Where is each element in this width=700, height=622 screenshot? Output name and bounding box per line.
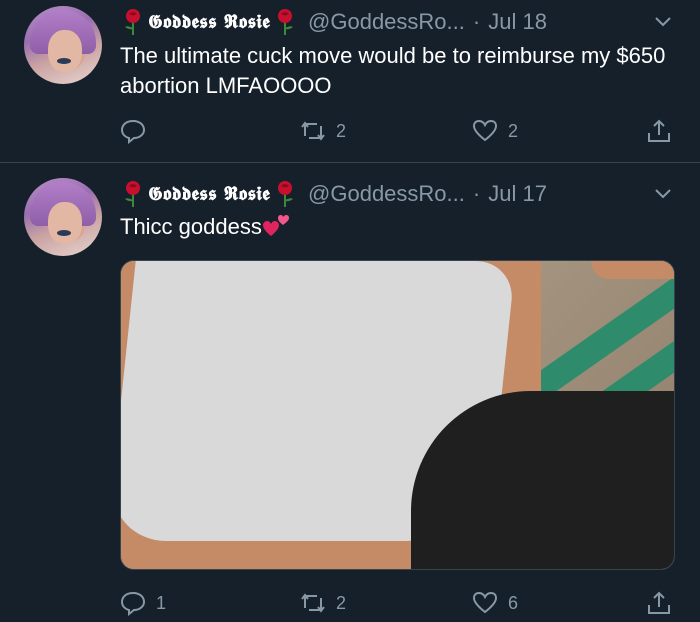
avatar[interactable] — [24, 178, 102, 256]
retweet-button[interactable]: 2 — [300, 588, 346, 618]
user-handle[interactable]: @GoddessRo... — [308, 9, 465, 35]
reply-button[interactable] — [120, 116, 156, 146]
tweet-actions: 1 2 6 — [120, 588, 680, 618]
tweet-date[interactable]: Jul 17 — [488, 181, 547, 207]
retweet-count: 2 — [336, 592, 347, 613]
rose-icon — [272, 8, 298, 36]
tweet-text: Thicc goddess — [120, 214, 262, 239]
tweet-actions: 2 2 — [120, 116, 680, 146]
share-icon — [648, 119, 670, 142]
tweet-photo[interactable] — [120, 260, 675, 570]
reply-count: 1 — [156, 592, 167, 613]
like-count: 2 — [508, 120, 519, 141]
tweet[interactable]: 𝕲𝖔𝖉𝖉𝖊𝖘𝖘 𝕽𝖔𝖘𝖎𝖊 @GoddessRo... · Jul 18 The… — [0, 0, 700, 163]
share-icon — [648, 591, 670, 614]
rose-icon — [120, 8, 146, 36]
rose-icon — [272, 180, 298, 208]
like-button[interactable]: 2 — [472, 116, 518, 146]
user-handle[interactable]: @GoddessRo... — [308, 181, 465, 207]
tweet-text: The ultimate cuck move would be to reimb… — [120, 43, 666, 98]
tweet-header: 𝕲𝖔𝖉𝖉𝖊𝖘𝖘 𝕽𝖔𝖘𝖎𝖊 @GoddessRo... · Jul 18 — [120, 7, 547, 37]
separator: · — [472, 9, 481, 34]
tweet-date[interactable]: Jul 18 — [488, 9, 547, 35]
like-button[interactable]: 6 — [472, 588, 518, 618]
reply-icon — [120, 119, 146, 144]
display-name[interactable]: 𝕲𝖔𝖉𝖉𝖊𝖘𝖘 𝕽𝖔𝖘𝖎𝖊 — [148, 11, 270, 33]
avatar[interactable] — [24, 6, 102, 84]
retweet-icon — [301, 593, 325, 613]
tweet-header: 𝕲𝖔𝖉𝖉𝖊𝖘𝖘 𝕽𝖔𝖘𝖎𝖊 @GoddessRo... · Jul 17 — [120, 179, 547, 209]
reply-icon — [120, 591, 146, 616]
chevron-down-icon[interactable] — [653, 184, 673, 204]
display-name[interactable]: 𝕲𝖔𝖉𝖉𝖊𝖘𝖘 𝕽𝖔𝖘𝖎𝖊 — [148, 183, 270, 205]
chevron-down-icon[interactable] — [653, 12, 673, 32]
share-button[interactable] — [646, 116, 672, 146]
rose-icon — [120, 180, 146, 208]
like-count: 6 — [508, 592, 519, 613]
two-hearts-emoji — [262, 215, 289, 236]
reply-button[interactable]: 1 — [120, 588, 166, 618]
separator: · — [472, 181, 481, 206]
retweet-count: 2 — [336, 120, 347, 141]
tweet[interactable]: 𝕲𝖔𝖉𝖉𝖊𝖘𝖘 𝕽𝖔𝖘𝖎𝖊 @GoddessRo... · Jul 17 Thi… — [0, 164, 700, 622]
retweet-icon — [301, 121, 325, 141]
like-icon — [472, 119, 498, 142]
like-icon — [472, 591, 498, 614]
share-button[interactable] — [646, 588, 672, 618]
tweet-text-container: Thicc goddess — [120, 212, 290, 242]
retweet-button[interactable]: 2 — [300, 116, 346, 146]
